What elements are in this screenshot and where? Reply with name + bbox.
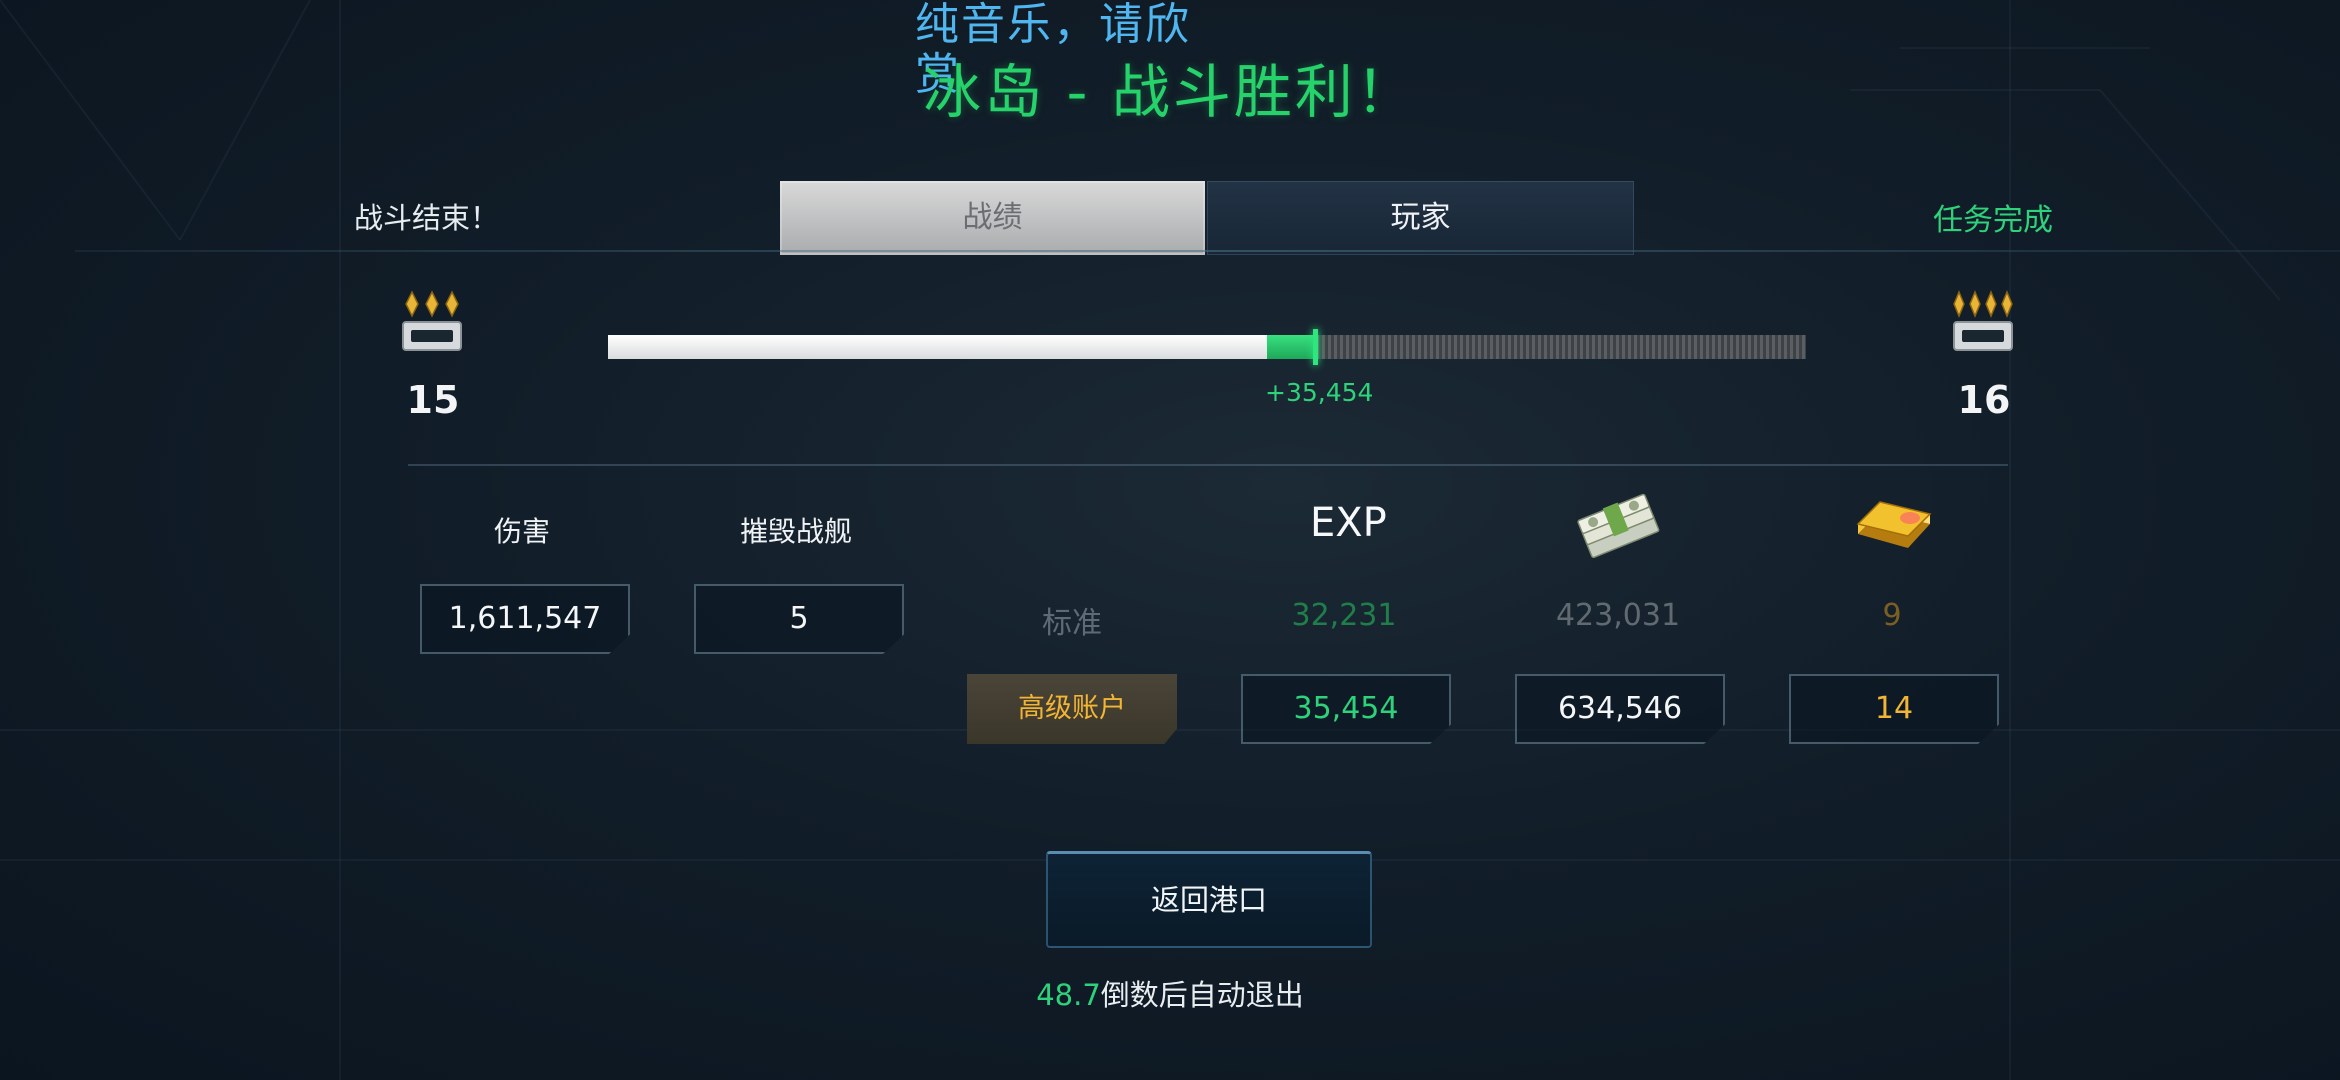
auto-exit-countdown: 48.7倒数后自动退出 (0, 972, 2340, 1014)
rank-next-icon (1950, 288, 2016, 358)
damage-value: 1,611,547 (420, 584, 630, 654)
damage-label: 伤害 (493, 515, 550, 548)
destroyed-value: 5 (694, 584, 904, 654)
progress-fill (608, 335, 1267, 359)
premium-account-label: 高级账户 (967, 674, 1177, 744)
gold-bar-icon (1852, 490, 1934, 560)
premium-credits: 634,546 (1515, 674, 1725, 744)
progress-marker (1312, 329, 1318, 365)
standard-gold: 9 (1882, 598, 1902, 633)
exp-icon: EXP (1310, 500, 1387, 546)
tab-stats[interactable]: 战绩 (780, 181, 1205, 255)
premium-exp: 35,454 (1241, 674, 1451, 744)
rank-progress-bar (608, 329, 1806, 365)
stats-divider (408, 464, 2008, 466)
return-to-port-button[interactable]: 返回港口 (1046, 851, 1372, 948)
battle-end-label: 战斗结束！ (354, 201, 500, 235)
progress-gain (1266, 335, 1315, 359)
exp-gain-text: +35,454 (1265, 378, 1374, 407)
premium-gold: 14 (1789, 674, 1999, 744)
countdown-value: 48.7 (1036, 978, 1101, 1012)
battle-result-title: 冰岛 - 战斗胜利！ (923, 58, 1417, 126)
countdown-text: 倒数后自动退出 (1100, 978, 1304, 1012)
standard-exp: 32,231 (1291, 598, 1397, 633)
rank-next: 16 (1957, 378, 2011, 422)
standard-credits: 423,031 (1555, 598, 1681, 633)
cash-stack-icon (1574, 490, 1662, 564)
rank-current: 15 (406, 378, 460, 422)
header-divider (75, 250, 2340, 252)
destroyed-label: 摧毁战舰 (739, 515, 852, 548)
tab-players[interactable]: 玩家 (1207, 181, 1634, 255)
mission-status: 任务完成 (1933, 203, 2053, 238)
standard-label: 标准 (1042, 606, 1102, 641)
rank-current-icon (401, 288, 463, 358)
